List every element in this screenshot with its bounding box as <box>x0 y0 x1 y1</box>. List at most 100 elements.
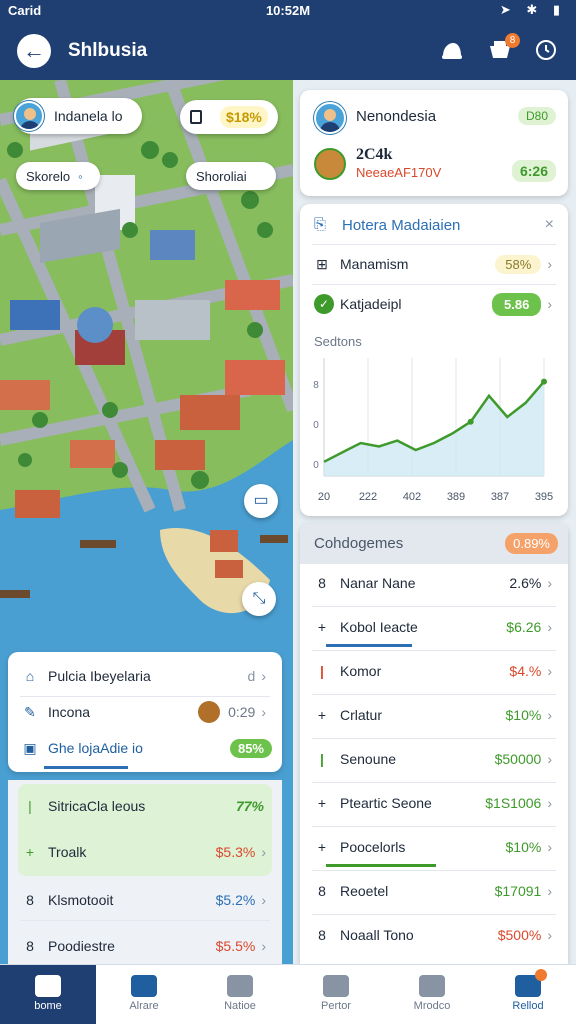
category-row[interactable]: 8 Noaall Tono $500% › <box>300 922 568 948</box>
category-value: $10% <box>505 839 542 855</box>
clock-icon[interactable] <box>534 39 560 63</box>
chevron-right-icon: › <box>261 892 266 908</box>
category-row[interactable]: + Poocelorls $10% › <box>300 834 568 860</box>
profile-sub-value: 6:26 <box>511 160 556 182</box>
menu-row-2[interactable]: ▣ Ghe lojaAdie io 85% <box>8 736 282 760</box>
mask-icon <box>314 148 346 180</box>
number-icon: 8 <box>26 938 34 954</box>
categories-header: Cohdogemes 0.89% <box>300 524 568 564</box>
category-value: $4.% <box>509 663 542 679</box>
category-row[interactable]: + Crlatur $10% › <box>300 702 568 728</box>
list-item-label: Klsmotooit <box>48 892 114 908</box>
list-item-value: 77% <box>235 798 264 814</box>
list-item[interactable]: + Troalk $5.3% › <box>8 840 282 864</box>
list-item[interactable]: 8 Poodiestre $5.5% › <box>8 934 282 958</box>
chevron-right-icon: › <box>547 256 552 272</box>
categories-title: Cohdogemes <box>314 535 404 552</box>
data-point <box>541 378 547 385</box>
map-icon <box>131 975 157 997</box>
nav-home[interactable]: bome <box>0 965 96 1024</box>
chevron-right-icon: › <box>547 927 552 943</box>
category-row[interactable]: + Pteartic Seone $1S1006 › <box>300 790 568 816</box>
list-item-label: Poodiestre <box>48 938 115 954</box>
menu-row-value: 85% <box>229 738 272 758</box>
nav-label: Natioe <box>224 1000 256 1012</box>
tag-icon: ▣ <box>23 739 37 756</box>
profile-sub: NeeaeAF170V <box>356 165 442 180</box>
nav-label: Rellod <box>512 1000 544 1012</box>
grid-icon: ⊞ <box>316 255 328 272</box>
number-icon: 8 <box>26 892 34 908</box>
app-header: ← Shlbusia 8 <box>0 22 576 80</box>
chart-icon <box>515 969 547 997</box>
nav-building[interactable]: Mrodco <box>384 965 480 1024</box>
menu-row-0[interactable]: ⌂ Pulcia Ibeyelaria d › <box>8 664 282 688</box>
hotel-row-1[interactable]: ✓ Katjadeipl 5.86 › <box>300 290 568 318</box>
y-tick-label: 0 <box>313 420 319 431</box>
status-bar: Carid 10:52M ➤ ✱ ▮ <box>0 0 576 22</box>
category-row[interactable]: + Kobol Ieacte $6.26 › <box>300 614 568 640</box>
category-label: Poocelorls <box>340 839 406 855</box>
x-tick-label: 222 <box>359 491 377 503</box>
x-tick-label: 395 <box>535 491 553 503</box>
category-label: Pteartic Seone <box>340 795 432 811</box>
active-underline <box>326 644 412 647</box>
category-value: $6.26 <box>506 619 542 635</box>
cart-icon[interactable]: 8 <box>488 33 520 63</box>
row-prefix-icon: 8 <box>318 575 326 591</box>
category-row[interactable]: 8 Nanar Nane 2.6% › <box>300 570 568 596</box>
list-item-value: $5.2% <box>215 892 256 908</box>
category-row[interactable]: 8 Reoetel $17091 › <box>300 878 568 904</box>
map-price-pill[interactable]: $18% <box>180 100 278 134</box>
menu-row-value: 0:29 <box>228 704 256 720</box>
person-icon <box>227 975 253 997</box>
nav-person[interactable]: Natioe <box>192 965 288 1024</box>
category-label: Komor <box>340 663 382 679</box>
list-item[interactable]: 8 Klsmotooit $5.2% › <box>8 888 282 912</box>
nav-search[interactable]: Pertor <box>288 965 384 1024</box>
series-area <box>324 381 544 476</box>
chevron-right-icon: › <box>547 663 552 679</box>
y-tick-label: 8 <box>313 380 319 391</box>
map-user-pill[interactable]: Indanela lo <box>14 98 142 134</box>
category-label: Crlatur <box>340 707 383 723</box>
nav-chart[interactable]: Rellod <box>480 965 576 1024</box>
active-underline <box>326 864 436 867</box>
pin-icon: ◦ <box>78 168 83 184</box>
back-button[interactable]: ← <box>17 34 51 68</box>
close-icon[interactable]: × <box>545 216 554 234</box>
profile-card[interactable]: Nenondesia D80 2C4k NeeaeAF170V 6:26 <box>300 90 568 196</box>
hotel-card-header[interactable]: ⎘ Hotera Madaiaien × <box>300 204 568 244</box>
category-value: 2.6% <box>509 575 542 591</box>
bottom-nav: bome Alrare Natioe Pertor Mrodco Rellod <box>0 964 576 1024</box>
map-location-pill-left[interactable]: Skorelo ◦ <box>16 162 100 190</box>
hotel-row-0[interactable]: ⊞ Manamism 58% › <box>300 250 568 278</box>
nav-label: bome <box>34 1000 62 1012</box>
map-location-pill-right[interactable]: Shoroliai <box>186 162 276 190</box>
helmet-icon[interactable] <box>440 39 466 63</box>
map-layer-button[interactable]: ▭ <box>244 484 278 518</box>
building-icon <box>419 975 445 997</box>
menu-row-1[interactable]: ✎ Incona 0:29 › <box>8 700 282 724</box>
category-row[interactable]: | Senoune $50000 › <box>300 746 568 772</box>
list-item-value: $5.5% <box>215 938 256 954</box>
row-prefix-icon: + <box>317 795 327 811</box>
search-icon <box>323 975 349 997</box>
hotel-row-label: Manamism <box>340 256 409 272</box>
category-label: Reoetel <box>340 883 389 899</box>
list-item-label: Troalk <box>48 844 87 860</box>
category-value: $500% <box>497 927 542 943</box>
list-item-label: SitricaCla leous <box>48 798 146 814</box>
row-prefix-icon: + <box>317 707 327 723</box>
nav-map[interactable]: Alrare <box>96 965 192 1024</box>
menu-row-label: Ghe lojaAdie io <box>48 740 143 756</box>
row-prefix-icon: 8 <box>318 927 326 943</box>
map-user-label: Indanela lo <box>54 108 123 124</box>
list-item[interactable]: | SitricaCla leous 77% <box>8 794 282 818</box>
chevron-right-icon: › <box>547 619 552 635</box>
category-row[interactable]: | Komor $4.% › <box>300 658 568 684</box>
compass-button[interactable]: ⤡ <box>242 582 276 616</box>
category-value: $50000 <box>494 751 542 767</box>
row-prefix-icon: + <box>317 839 327 855</box>
chevron-right-icon: › <box>547 575 552 591</box>
